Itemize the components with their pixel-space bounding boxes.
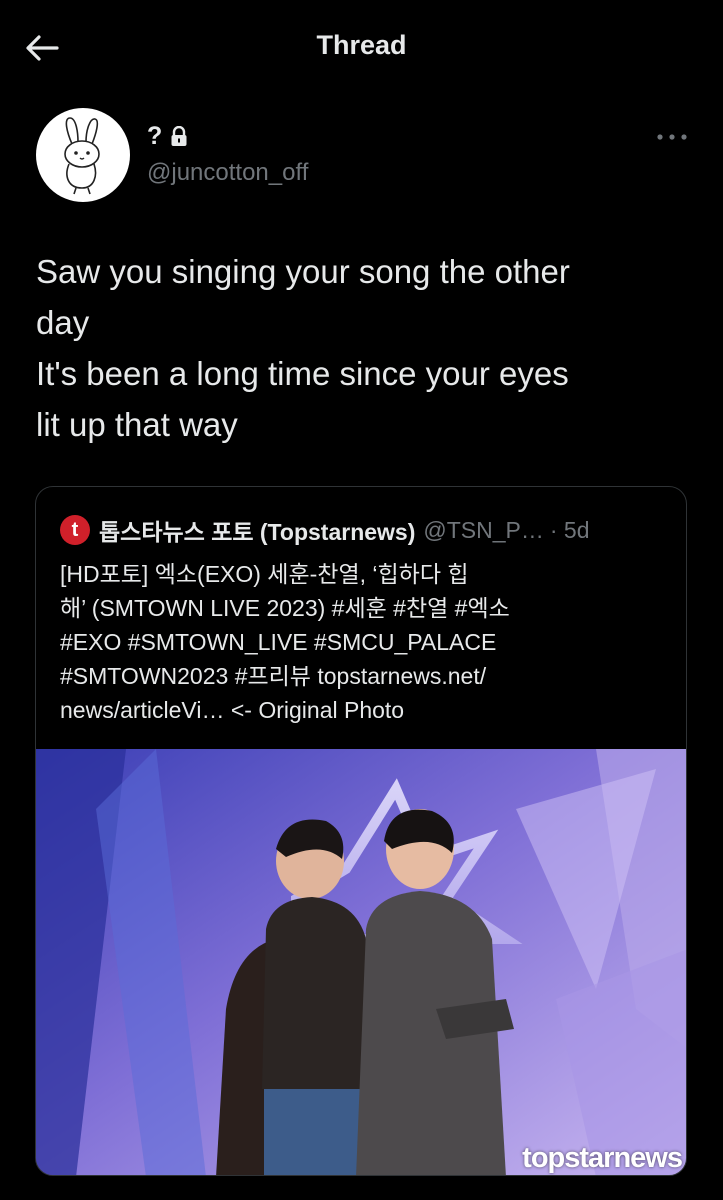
more-options-button[interactable] — [654, 125, 690, 149]
quoted-line: 해’ (SMTOWN LIVE 2023) #세훈 #찬열 #엑소 — [60, 595, 510, 621]
more-horizontal-icon — [657, 134, 687, 140]
lock-icon — [171, 126, 187, 146]
quoted-tweet-header: t 톱스타뉴스 포토 (Topstarnews) @TSN_P… · 5d — [60, 513, 590, 547]
quoted-line: news/articleVi… <- Original Photo — [60, 697, 405, 723]
quoted-line: [HD포토] 엑소(EXO) 세훈-찬열, ‘힙하다 힙 — [60, 561, 469, 587]
display-name: ? — [147, 122, 163, 150]
tweet-line: Saw you singing your song the other — [36, 253, 570, 290]
quoted-tweet-text: [HD포토] 엑소(EXO) 세훈-찬열, ‘힙하다 힙 해’ (SMTOWN … — [60, 557, 510, 727]
tweet-line: It's been a long time since your eyes — [36, 355, 569, 392]
avatar[interactable] — [36, 108, 130, 202]
author-name[interactable]: ? — [147, 122, 188, 151]
tweet-line: day — [36, 304, 90, 341]
quoted-tweet-time: · 5d — [549, 516, 590, 543]
quoted-line: #EXO #SMTOWN_LIVE #SMCU_PALACE — [60, 629, 497, 655]
quoted-author-handle: @TSN_P… — [423, 516, 544, 543]
quoted-photo[interactable]: topstarnews — [36, 749, 686, 1175]
author-handle[interactable]: @juncotton_off — [147, 159, 308, 187]
tweet-line: lit up that way — [36, 406, 238, 443]
quoted-line: #SMTOWN2023 #프리뷰 topstarnews.net/ — [60, 663, 487, 689]
photo-watermark: topstarnews — [522, 1142, 683, 1174]
top-bar: Thread — [0, 0, 723, 95]
stage-photo — [36, 749, 686, 1175]
quoted-author-name: 톱스타뉴스 포토 (Topstarnews) — [99, 519, 416, 545]
quoted-tweet[interactable]: t 톱스타뉴스 포토 (Topstarnews) @TSN_P… · 5d [H… — [35, 486, 687, 1176]
topstarnews-logo-icon: t — [60, 515, 90, 545]
page-title: Thread — [316, 30, 407, 60]
tweet-text: Saw you singing your song the other day … — [36, 246, 686, 450]
rabbit-avatar-icon — [64, 117, 100, 195]
